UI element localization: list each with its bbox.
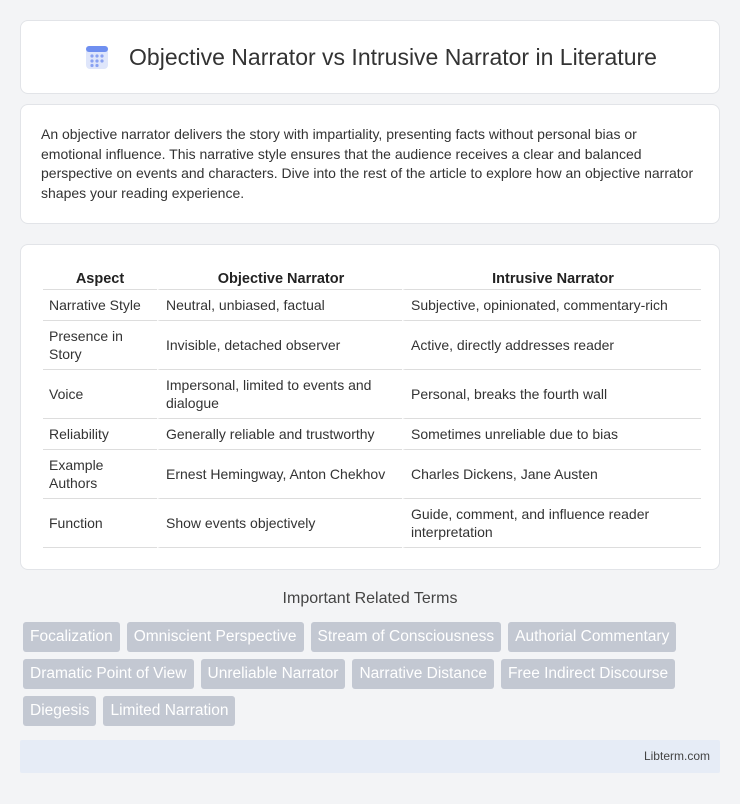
table-row: Voice Impersonal, limited to events and … bbox=[43, 370, 701, 419]
column-header-objective: Objective Narrator bbox=[157, 265, 402, 290]
title-wrap: Objective Narrator vs Intrusive Narrator… bbox=[83, 43, 657, 71]
table-cell-intrusive: Active, directly addresses reader bbox=[402, 321, 701, 370]
table-cell-objective: Invisible, detached observer bbox=[157, 321, 402, 370]
table-cell-aspect: Voice bbox=[43, 370, 157, 419]
table-cell-aspect: Narrative Style bbox=[43, 290, 157, 321]
header-card: Objective Narrator vs Intrusive Narrator… bbox=[20, 20, 720, 94]
comparison-card: Aspect Objective Narrator Intrusive Narr… bbox=[20, 244, 720, 570]
intro-paragraph: An objective narrator delivers the story… bbox=[41, 126, 694, 201]
table-header-row: Aspect Objective Narrator Intrusive Narr… bbox=[43, 265, 701, 290]
related-terms-heading: Important Related Terms bbox=[282, 590, 458, 607]
related-term-tag[interactable]: Focalization bbox=[23, 622, 120, 652]
related-term-tag[interactable]: Narrative Distance bbox=[352, 659, 494, 689]
table-cell-objective: Impersonal, limited to events and dialog… bbox=[157, 370, 402, 419]
table-cell-aspect: Reliability bbox=[43, 419, 157, 450]
table-cell-intrusive: Guide, comment, and influence reader int… bbox=[402, 499, 701, 548]
footer: Libterm.com bbox=[20, 740, 720, 773]
table-row: Example Authors Ernest Hemingway, Anton … bbox=[43, 450, 701, 499]
related-term-tag[interactable]: Diegesis bbox=[23, 696, 97, 726]
table-cell-aspect: Presence in Story bbox=[43, 321, 157, 370]
related-term-tag[interactable]: Unreliable Narrator bbox=[200, 659, 346, 689]
table-cell-intrusive: Subjective, opinionated, commentary-rich bbox=[402, 290, 701, 321]
table-cell-intrusive: Sometimes unreliable due to bias bbox=[402, 419, 701, 450]
related-term-tag[interactable]: Dramatic Point of View bbox=[23, 659, 194, 689]
table-cell-intrusive: Personal, breaks the fourth wall bbox=[402, 370, 701, 419]
related-terms-list: Focalization Omniscient Perspective Stre… bbox=[23, 622, 713, 726]
table-row: Reliability Generally reliable and trust… bbox=[43, 419, 701, 450]
related-term-tag[interactable]: Limited Narration bbox=[103, 696, 236, 726]
table-cell-objective: Generally reliable and trustworthy bbox=[157, 419, 402, 450]
column-header-intrusive: Intrusive Narrator bbox=[402, 265, 701, 290]
table-row: Function Show events objectively Guide, … bbox=[43, 499, 701, 548]
related-term-tag[interactable]: Authorial Commentary bbox=[508, 622, 677, 652]
table-cell-aspect: Example Authors bbox=[43, 450, 157, 499]
related-term-tag[interactable]: Free Indirect Discourse bbox=[500, 659, 676, 689]
table-cell-objective: Show events objectively bbox=[157, 499, 402, 548]
footer-site-link[interactable]: Libterm.com bbox=[644, 749, 710, 763]
page-title: Objective Narrator vs Intrusive Narrator… bbox=[129, 43, 657, 70]
intro-card: An objective narrator delivers the story… bbox=[20, 104, 720, 224]
table-cell-objective: Ernest Hemingway, Anton Chekhov bbox=[157, 450, 402, 499]
document-list-icon bbox=[83, 43, 111, 71]
table-cell-objective: Neutral, unbiased, factual bbox=[157, 290, 402, 321]
table-cell-aspect: Function bbox=[43, 499, 157, 548]
table-cell-intrusive: Charles Dickens, Jane Austen bbox=[402, 450, 701, 499]
comparison-table: Aspect Objective Narrator Intrusive Narr… bbox=[43, 265, 701, 548]
table-row: Narrative Style Neutral, unbiased, factu… bbox=[43, 290, 701, 321]
related-term-tag[interactable]: Omniscient Perspective bbox=[126, 622, 304, 652]
related-term-tag[interactable]: Stream of Consciousness bbox=[310, 622, 502, 652]
column-header-aspect: Aspect bbox=[43, 265, 157, 290]
table-row: Presence in Story Invisible, detached ob… bbox=[43, 321, 701, 370]
